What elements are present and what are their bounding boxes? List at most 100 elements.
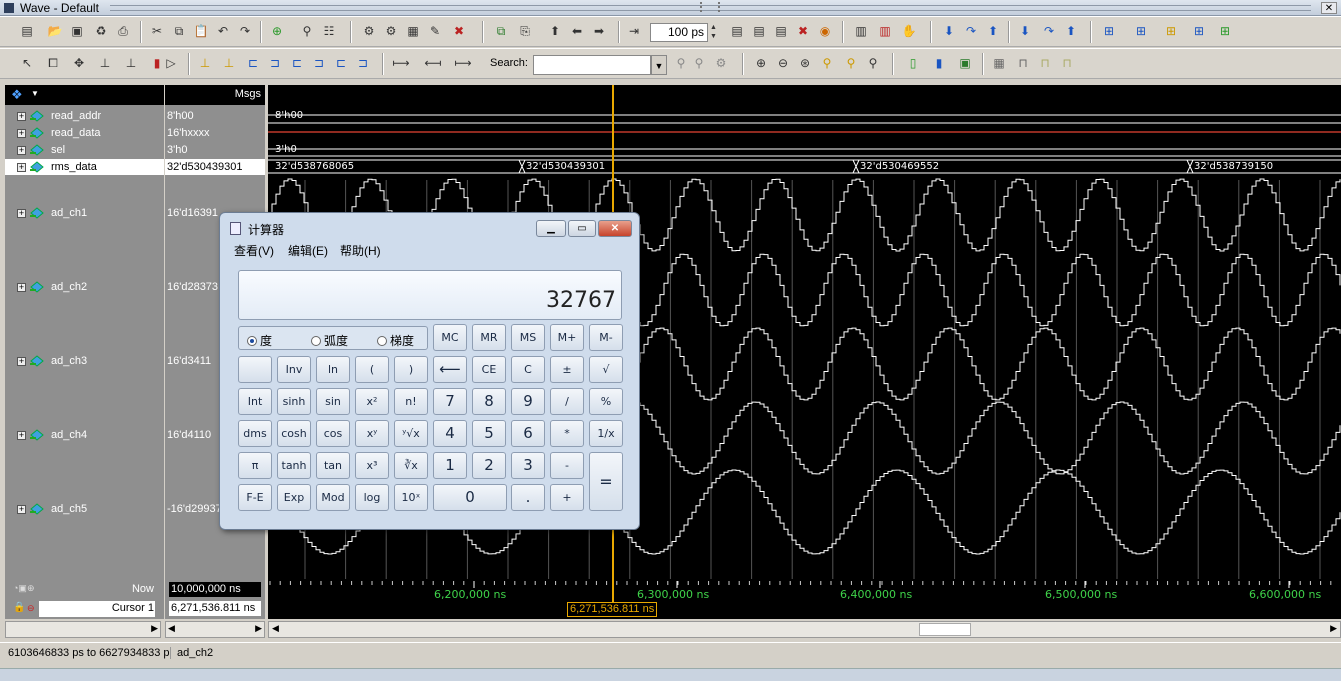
- calc-key-c[interactable]: C: [511, 356, 545, 383]
- signal-row-ad-ch2[interactable]: + ad_ch2: [5, 279, 164, 295]
- calc-key-e2889a[interactable]: √: [589, 356, 623, 383]
- search-input[interactable]: [533, 55, 651, 75]
- zoom-last-icon[interactable]: ⚲: [842, 54, 860, 72]
- maximize-button[interactable]: ▭: [568, 220, 596, 237]
- prev-falling-icon[interactable]: ⊏: [288, 54, 306, 72]
- prev-rising-icon[interactable]: ⊏: [332, 54, 350, 72]
- menu-help[interactable]: 帮助(H): [340, 242, 381, 259]
- next-rising-icon[interactable]: ⊐: [354, 54, 372, 72]
- cursor-add-icon[interactable]: ⊥: [196, 54, 214, 72]
- edge-style2-icon[interactable]: ⊓: [1036, 54, 1054, 72]
- collapse-icon[interactable]: ⟻: [424, 54, 442, 72]
- calc-key-f-e[interactable]: F-E: [238, 484, 272, 511]
- wave-format-icon[interactable]: ▯: [904, 54, 922, 72]
- step-out-c-icon[interactable]: ⬆: [1062, 22, 1080, 40]
- edge-style-icon[interactable]: ⊓: [1014, 54, 1032, 72]
- redo-icon[interactable]: ↷: [236, 22, 254, 40]
- calc-key-xc2b2[interactable]: x²: [355, 388, 389, 415]
- step-over-c-icon[interactable]: ↷: [1040, 22, 1058, 40]
- calc-key-2b[interactable]: +: [550, 484, 584, 511]
- signal-row-read-addr[interactable]: + read_addr: [5, 108, 164, 124]
- signal-row-read-data[interactable]: + read_data: [5, 125, 164, 141]
- run-length-icon[interactable]: ⇥: [625, 22, 643, 40]
- calc-key--[interactable]: -: [550, 452, 584, 479]
- scroll-left-icon[interactable]: ◀: [272, 623, 279, 634]
- calc-key-inv[interactable]: Inv: [277, 356, 311, 383]
- calc-key-3d[interactable]: =: [589, 452, 623, 511]
- calc-key-tanh[interactable]: tanh: [277, 452, 311, 479]
- format-icon[interactable]: ☷: [320, 22, 338, 40]
- calc-key-9[interactable]: 9: [511, 388, 545, 415]
- calc-key-e29fb5[interactable]: ⟵: [433, 356, 467, 383]
- calc-key-0[interactable]: 0: [433, 484, 507, 511]
- run-icon[interactable]: ▤: [728, 22, 746, 40]
- undo-icon[interactable]: ↶: [214, 22, 232, 40]
- play-icon[interactable]: ▷: [162, 54, 180, 72]
- calculator-window[interactable]: 计算器 ▁ ▭ ✕ 查看(V) 编辑(E) 帮助(H) 32767 度 弧度 梯…: [219, 212, 640, 530]
- expand-icon[interactable]: ⟼: [392, 54, 410, 72]
- calc-key-10cba3[interactable]: 10ˣ: [394, 484, 428, 511]
- calc-key-mr[interactable]: MR: [472, 324, 506, 351]
- calc-key-2[interactable]: 2: [472, 452, 506, 479]
- hand-icon[interactable]: ✋: [900, 22, 918, 40]
- cursor-toolbar-icons[interactable]: ◔▣⊕: [13, 583, 34, 594]
- calc-key-12fx[interactable]: 1/x: [589, 420, 623, 447]
- calc-key-exp[interactable]: Exp: [277, 484, 311, 511]
- select-cursor-icon[interactable]: ↖: [18, 54, 36, 72]
- timeline-ruler[interactable]: 6,200,000 ns 6,300,000 ns 6,400,000 ns 6…: [268, 579, 1341, 619]
- reload-icon[interactable]: ♻: [92, 22, 110, 40]
- cursor-name[interactable]: Cursor 1: [112, 602, 154, 614]
- calc-key-sinh[interactable]: sinh: [277, 388, 311, 415]
- signal-row-ad-ch3[interactable]: + ad_ch3: [5, 353, 164, 369]
- calc-key-)[interactable]: ): [394, 356, 428, 383]
- signal-row-ad-ch5[interactable]: + ad_ch5: [5, 501, 164, 517]
- layout4-icon[interactable]: ⊞: [1190, 22, 1208, 40]
- simulate-icon[interactable]: ▦: [404, 22, 422, 40]
- minimize-button[interactable]: ▁: [536, 220, 566, 237]
- calc-key-c2b1[interactable]: ±: [550, 356, 584, 383]
- compile-icon[interactable]: ⚙: [360, 22, 378, 40]
- calc-key-m-[interactable]: M-: [589, 324, 623, 351]
- step-out-icon[interactable]: ⬆: [984, 22, 1002, 40]
- calc-key-cos[interactable]: cos: [316, 420, 350, 447]
- titlebar-drag-handle[interactable]: [700, 2, 720, 12]
- stop-icon[interactable]: ✖: [450, 22, 468, 40]
- calc-key-int[interactable]: Int: [238, 388, 272, 415]
- calc-key-ln[interactable]: ln: [316, 356, 350, 383]
- layout2-icon[interactable]: ⊞: [1132, 22, 1150, 40]
- search-options-icon[interactable]: ⚙: [712, 54, 730, 72]
- calc-key-cab8e2889ax[interactable]: ʸ√x: [394, 420, 428, 447]
- step-into-c-icon[interactable]: ⬇: [1016, 22, 1034, 40]
- expand-icon[interactable]: +: [17, 129, 26, 138]
- copy-icon[interactable]: ⧉: [170, 22, 188, 40]
- calc-key-log[interactable]: log: [355, 484, 389, 511]
- wave-tree-icon[interactable]: ❖: [11, 87, 23, 103]
- step-into-icon[interactable]: ⬇: [940, 22, 958, 40]
- step-icon[interactable]: ▥: [852, 22, 870, 40]
- zoom-mode-icon[interactable]: ⧠: [44, 54, 62, 72]
- new-file-icon[interactable]: ▤: [18, 22, 36, 40]
- scroll-thumb[interactable]: [919, 623, 971, 636]
- chevron-down-icon[interactable]: ▼: [31, 89, 39, 98]
- calc-key-*[interactable]: *: [550, 420, 584, 447]
- edit-wave-icon[interactable]: ⊥: [96, 54, 114, 72]
- wave-format2-icon[interactable]: ▮: [930, 54, 948, 72]
- calc-key-ce[interactable]: CE: [472, 356, 506, 383]
- add-icon[interactable]: ⊕: [268, 22, 286, 40]
- zoom-in-icon[interactable]: ⊕: [752, 54, 770, 72]
- pan-icon[interactable]: ✥: [70, 54, 88, 72]
- prev-edge-icon[interactable]: ⊏: [244, 54, 262, 72]
- radio-radian[interactable]: 弧度: [311, 332, 348, 349]
- name-pane-scrollbar[interactable]: ▶: [5, 621, 161, 638]
- edit-wave2-icon[interactable]: ⊥: [122, 54, 140, 72]
- run-length-spinner[interactable]: ▲ ▼: [710, 23, 720, 42]
- paste-icon[interactable]: 📋: [192, 22, 210, 40]
- run-all-icon[interactable]: ▤: [772, 22, 790, 40]
- expand-icon[interactable]: +: [17, 505, 26, 514]
- zoom-out-icon[interactable]: ⊖: [774, 54, 792, 72]
- cut-icon[interactable]: ✂: [148, 22, 166, 40]
- expand-icon[interactable]: +: [17, 146, 26, 155]
- delete-cursor-icon[interactable]: ⊖: [27, 603, 35, 614]
- zoom-full-icon[interactable]: ⊛: [796, 54, 814, 72]
- calc-key-4[interactable]: 4: [433, 420, 467, 447]
